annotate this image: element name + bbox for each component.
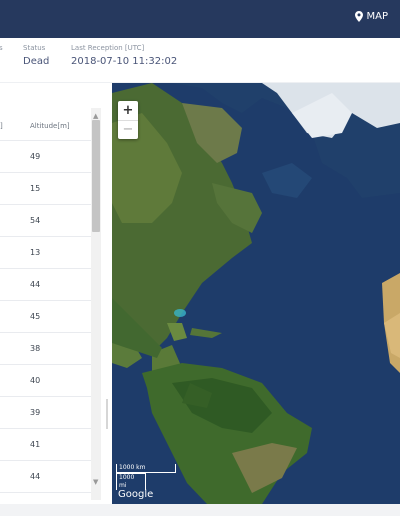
table-row[interactable]: 49 [0, 141, 91, 173]
scale-mi: 1000 mi [116, 473, 146, 490]
scroll-down-arrow-icon[interactable]: ▼ [93, 478, 98, 486]
status-value: Dead [23, 56, 50, 67]
zoom-control: + − [118, 101, 138, 139]
altitude-cell: 54 [30, 216, 41, 225]
altitude-cell: 39 [30, 408, 41, 417]
device-info-bar: s Status Dead Last Reception [UTC] 2018-… [0, 38, 400, 82]
altitude-cell: 15 [30, 184, 41, 193]
table-row[interactable]: 40 [0, 365, 91, 397]
scale-km: 1000 km [116, 464, 176, 473]
table-row[interactable]: 44 [0, 461, 91, 493]
table-header: ] Altitude[m] [0, 108, 91, 141]
satellite-map-image [112, 83, 400, 504]
google-logo[interactable]: Google [118, 489, 153, 500]
zoom-out-button[interactable]: − [118, 120, 138, 139]
altitude-cell: 45 [30, 312, 41, 321]
scrollbar-thumb[interactable] [92, 120, 100, 232]
footer-bar [0, 504, 400, 516]
last-reception-value: 2018-07-10 11:32:02 [71, 56, 178, 67]
panel-resize-handle[interactable] [106, 399, 108, 429]
altitude-cell: 44 [30, 280, 41, 289]
map-nav-button[interactable]: MAP [354, 11, 389, 22]
last-reception-label: Last Reception [UTC] [71, 44, 145, 52]
altitude-cell: 49 [30, 152, 41, 161]
table-row[interactable]: 13 [0, 237, 91, 269]
zoom-in-button[interactable]: + [118, 101, 138, 121]
top-navbar: MAP [0, 0, 400, 38]
table-scrollbar[interactable]: ▲ ▼ [91, 108, 101, 500]
altitude-cell: 40 [30, 376, 41, 385]
table-row[interactable]: 41 [0, 429, 91, 461]
altitude-cell: 38 [30, 344, 41, 353]
scroll-up-arrow-icon[interactable]: ▲ [93, 112, 98, 120]
table-row[interactable]: 45 [0, 301, 91, 333]
table-row[interactable]: 39 [0, 397, 91, 429]
status-label: Status [23, 44, 46, 52]
map-scale: 1000 km 1000 mi [116, 464, 176, 490]
table-row[interactable]: 54 [0, 205, 91, 237]
map-view[interactable]: + − 1000 km 1000 mi Google [112, 83, 400, 504]
column-header-altitude[interactable]: Altitude[m] [30, 122, 70, 130]
altitude-cell: 44 [30, 472, 41, 481]
data-table-panel: ] Altitude[m] 49 15 54 13 44 45 38 40 39 41 44 ▲ ▼ [0, 108, 112, 500]
partial-field-label: s [0, 44, 3, 52]
map-pin-icon [354, 11, 363, 22]
table-row[interactable]: 15 [0, 173, 91, 205]
table-row[interactable]: 44 [0, 269, 91, 301]
altitude-cell: 13 [30, 248, 41, 257]
altitude-cell: 41 [30, 440, 41, 449]
map-nav-label: MAP [366, 11, 389, 22]
table-row[interactable]: 38 [0, 333, 91, 365]
column-header-partial[interactable]: ] [0, 122, 3, 130]
